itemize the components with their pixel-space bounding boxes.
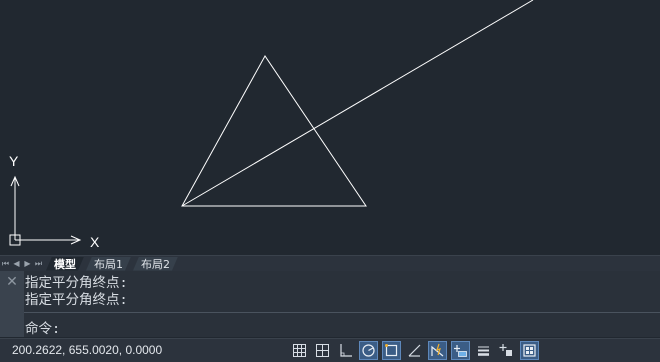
close-command-line-button[interactable]: ✕ — [0, 271, 24, 337]
tab-layout1-label: 布局1 — [94, 257, 123, 271]
command-prompt: 命令: — [25, 321, 61, 337]
tab-layout1[interactable]: 布局1 — [86, 257, 131, 271]
lineweight-icon[interactable] — [474, 341, 493, 360]
object-snap-icon[interactable] — [382, 341, 401, 360]
prev-tab-icon[interactable]: ◀ — [11, 257, 22, 270]
selection-cycling-icon[interactable] — [497, 341, 516, 360]
tab-layout2[interactable]: 布局2 — [133, 257, 178, 271]
workspace-icon[interactable] — [520, 341, 539, 360]
next-tab-icon[interactable]: ▶ — [22, 257, 33, 270]
bisector-line[interactable] — [181, 0, 534, 207]
grid-display-icon[interactable] — [290, 341, 309, 360]
command-line-panel: ✕ 指定平分角终点: 指定平分角终点: 命令: — [0, 271, 660, 337]
object-snap-tracking-icon[interactable] — [405, 341, 424, 360]
status-bar: 200.2622, 655.0020, 0.0000 — [0, 338, 660, 362]
command-history-line: 指定平分角终点: — [25, 292, 128, 308]
ucs-icon: Y X — [9, 153, 100, 250]
ortho-mode-icon[interactable] — [336, 341, 355, 360]
command-input[interactable]: 命令: — [25, 317, 60, 337]
layout-tab-bar: ⏮ ◀ ▶ ⏭ 模型 布局1 布局2 — [0, 255, 660, 271]
ucs-y-label: Y — [9, 153, 19, 169]
status-toggles — [290, 341, 539, 360]
command-separator — [24, 312, 660, 313]
dynamic-input-icon[interactable] — [451, 341, 470, 360]
last-tab-icon[interactable]: ⏭ — [33, 257, 44, 270]
command-history-line: 指定平分角终点: — [25, 275, 128, 291]
tab-model-label: 模型 — [54, 257, 76, 271]
ucs-x-label: X — [90, 234, 100, 250]
dynamic-ucs-icon[interactable] — [428, 341, 447, 360]
triangle-geometry[interactable] — [181, 55, 367, 207]
polar-tracking-icon[interactable] — [359, 341, 378, 360]
first-tab-icon[interactable]: ⏮ — [0, 257, 11, 270]
cursor-coordinates: 200.2622, 655.0020, 0.0000 — [12, 343, 163, 357]
snap-mode-icon[interactable] — [313, 341, 332, 360]
drawing-canvas[interactable]: Y X — [0, 0, 660, 255]
drawing-svg: Y X — [9, 0, 534, 250]
tab-layout2-label: 布局2 — [141, 257, 170, 271]
tab-model[interactable]: 模型 — [46, 257, 84, 271]
close-icon: ✕ — [6, 274, 18, 290]
command-history: 指定平分角终点: 指定平分角终点: — [25, 275, 128, 309]
